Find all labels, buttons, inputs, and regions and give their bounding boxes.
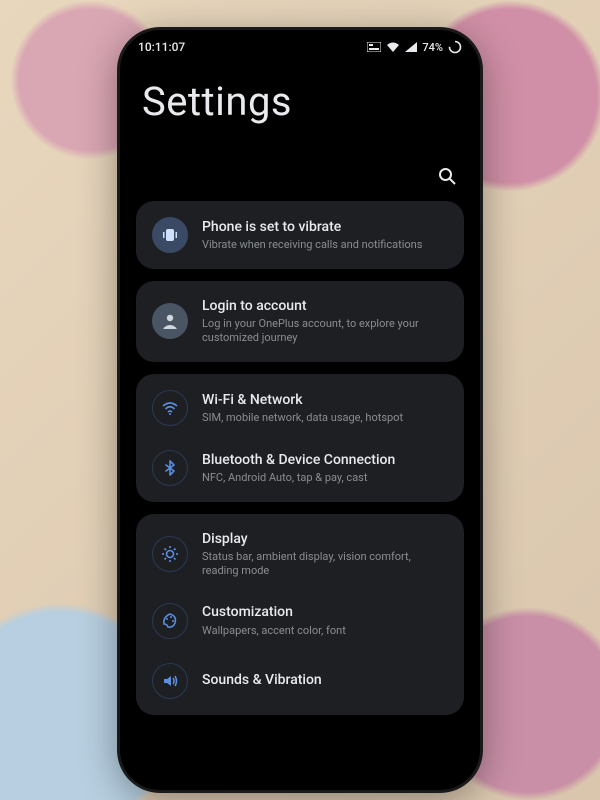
volte-icon xyxy=(367,42,381,52)
customization-icon xyxy=(152,603,188,639)
row-wifi[interactable]: Wi-Fi & Network SIM, mobile network, dat… xyxy=(136,378,464,438)
row-account[interactable]: Login to account Log in your OnePlus acc… xyxy=(136,285,464,358)
display-title: Display xyxy=(202,530,448,548)
battery-ring-icon xyxy=(448,40,462,54)
customization-sub: Wallpapers, accent color, font xyxy=(202,624,346,638)
customization-labels: Customization Wallpapers, accent color, … xyxy=(202,603,346,637)
search-button[interactable] xyxy=(436,165,458,187)
sounds-title: Sounds & Vibration xyxy=(202,671,322,689)
sounds-labels: Sounds & Vibration xyxy=(202,671,322,689)
status-icons: 74% xyxy=(367,40,462,54)
account-title: Login to account xyxy=(202,297,448,315)
sounds-icon xyxy=(152,663,188,699)
phone-frame: 10:11:07 74% Settings Phone is set to vi… xyxy=(120,30,480,790)
row-sounds[interactable]: Sounds & Vibration xyxy=(136,651,464,711)
display-sub: Status bar, ambient display, vision comf… xyxy=(202,550,448,579)
page-title: Settings xyxy=(142,78,464,125)
vibrate-sub: Vibrate when receiving calls and notific… xyxy=(202,238,422,252)
vibrate-title: Phone is set to vibrate xyxy=(202,218,422,236)
bluetooth-sub: NFC, Android Auto, tap & pay, cast xyxy=(202,471,395,485)
bluetooth-icon xyxy=(152,450,188,486)
wifi-network-icon xyxy=(152,390,188,426)
account-labels: Login to account Log in your OnePlus acc… xyxy=(202,297,448,346)
row-customization[interactable]: Customization Wallpapers, accent color, … xyxy=(136,591,464,651)
search-icon xyxy=(437,166,457,186)
display-icon xyxy=(152,536,188,572)
card-network: Wi-Fi & Network SIM, mobile network, dat… xyxy=(136,374,464,502)
card-appearance: Display Status bar, ambient display, vis… xyxy=(136,514,464,715)
wifi-icon xyxy=(386,42,400,53)
vibrate-labels: Phone is set to vibrate Vibrate when rec… xyxy=(202,218,422,252)
bluetooth-labels: Bluetooth & Device Connection NFC, Andro… xyxy=(202,451,395,485)
customization-title: Customization xyxy=(202,603,346,621)
card-vibrate: Phone is set to vibrate Vibrate when rec… xyxy=(136,201,464,269)
search-row xyxy=(142,165,458,187)
row-display[interactable]: Display Status bar, ambient display, vis… xyxy=(136,518,464,591)
account-sub: Log in your OnePlus account, to explore … xyxy=(202,317,448,346)
wifi-labels: Wi-Fi & Network SIM, mobile network, dat… xyxy=(202,391,403,425)
battery-text: 74% xyxy=(422,41,443,54)
status-time: 10:11:07 xyxy=(138,40,185,54)
row-bluetooth[interactable]: Bluetooth & Device Connection NFC, Andro… xyxy=(136,438,464,498)
account-icon xyxy=(152,303,188,339)
bluetooth-title: Bluetooth & Device Connection xyxy=(202,451,395,469)
display-labels: Display Status bar, ambient display, vis… xyxy=(202,530,448,579)
settings-screen: Settings Phone is set to vibrate Vibrate… xyxy=(120,78,480,715)
wifi-title: Wi-Fi & Network xyxy=(202,391,403,409)
signal-icon xyxy=(405,42,417,52)
card-account: Login to account Log in your OnePlus acc… xyxy=(136,281,464,362)
wifi-sub: SIM, mobile network, data usage, hotspot xyxy=(202,411,403,425)
status-bar: 10:11:07 74% xyxy=(120,30,480,54)
row-vibrate[interactable]: Phone is set to vibrate Vibrate when rec… xyxy=(136,205,464,265)
vibrate-icon xyxy=(152,217,188,253)
